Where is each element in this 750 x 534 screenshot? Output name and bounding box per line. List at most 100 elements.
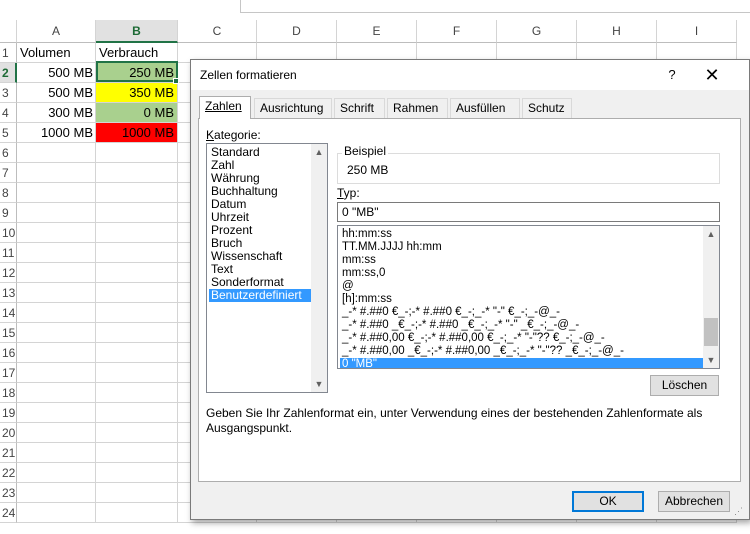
cell-a19[interactable] xyxy=(17,403,96,423)
tab-schutz[interactable]: Schutz xyxy=(522,98,572,118)
cell-a9[interactable] xyxy=(17,203,96,223)
scroll-down-icon[interactable]: ▼ xyxy=(703,352,719,368)
kategorie-item[interactable]: Benutzerdefiniert xyxy=(209,289,315,302)
cell-a12[interactable] xyxy=(17,263,96,283)
cell-a8[interactable] xyxy=(17,183,96,203)
cell-a1-volumen-header[interactable]: Volumen xyxy=(17,43,96,63)
row-header-19[interactable]: 19 xyxy=(0,403,17,423)
cell-b12[interactable] xyxy=(96,263,178,283)
cell-b15[interactable] xyxy=(96,323,178,343)
cell-b8[interactable] xyxy=(96,183,178,203)
cell-b13[interactable] xyxy=(96,283,178,303)
cell-b16[interactable] xyxy=(96,343,178,363)
cell-b24[interactable] xyxy=(96,503,178,523)
column-header-d[interactable]: D xyxy=(257,20,337,43)
close-icon[interactable]: ✕ xyxy=(699,64,725,86)
column-header-g[interactable]: G xyxy=(497,20,577,43)
fill-handle[interactable] xyxy=(173,78,179,84)
cell-a15[interactable] xyxy=(17,323,96,343)
cell-b14[interactable] xyxy=(96,303,178,323)
format-code-item[interactable]: TT.MM.JJJJ hh:mm xyxy=(340,241,704,254)
cell-volumen-value[interactable]: 500 MB xyxy=(17,63,96,83)
format-code-listbox[interactable]: hh:mm:ss TT.MM.JJJJ hh:mm mm:ss mm:ss,0 @ [h]… xyxy=(337,225,720,369)
cell-a20[interactable] xyxy=(17,423,96,443)
row-header-17[interactable]: 17 xyxy=(0,363,17,383)
cell-b19[interactable] xyxy=(96,403,178,423)
cell-a16[interactable] xyxy=(17,343,96,363)
format-code-item[interactable]: @ xyxy=(340,280,704,293)
ok-button[interactable]: OK xyxy=(572,491,644,512)
row-header-6[interactable]: 6 xyxy=(0,143,17,163)
scroll-up-icon[interactable]: ▲ xyxy=(311,144,327,160)
row-header-16[interactable]: 16 xyxy=(0,343,17,363)
tab-ausf-llen[interactable]: Ausfüllen xyxy=(450,98,520,118)
row-header-8[interactable]: 8 xyxy=(0,183,17,203)
row-header-14[interactable]: 14 xyxy=(0,303,17,323)
scrollbar-thumb[interactable] xyxy=(704,318,718,346)
cell-b6[interactable] xyxy=(96,143,178,163)
abbrechen-button[interactable]: Abbrechen xyxy=(658,491,730,512)
column-header-c[interactable]: C xyxy=(178,20,257,43)
row-header-24[interactable]: 24 xyxy=(0,503,17,523)
cell-a11[interactable] xyxy=(17,243,96,263)
tab-rahmen[interactable]: Rahmen xyxy=(387,98,448,118)
tab-ausrichtung[interactable]: Ausrichtung xyxy=(254,98,332,118)
row-header-9[interactable]: 9 xyxy=(0,203,17,223)
cell-a18[interactable] xyxy=(17,383,96,403)
cell-b22[interactable] xyxy=(96,463,178,483)
format-code-item[interactable]: 0 "MB" xyxy=(340,358,704,368)
format-code-item[interactable]: mm:ss,0 xyxy=(340,267,704,280)
row-header-4[interactable]: 4 xyxy=(0,103,17,123)
row-header-12[interactable]: 12 xyxy=(0,263,17,283)
cell-b18[interactable] xyxy=(96,383,178,403)
format-code-item[interactable]: _-* #.##0,00 _€_-;-* #.##0,00 _€_-;_-* "… xyxy=(340,345,704,358)
format-list-scrollbar[interactable]: ▲ ▼ xyxy=(703,226,719,368)
column-header-f[interactable]: F xyxy=(417,20,497,43)
row-header-11[interactable]: 11 xyxy=(0,243,17,263)
format-code-item[interactable]: _-* #.##0,00 €_-;-* #.##0,00 €_-;_-* "-"… xyxy=(340,332,704,345)
cell-volumen-value[interactable]: 1000 MB xyxy=(17,123,96,143)
cell-b7[interactable] xyxy=(96,163,178,183)
row-header-1[interactable]: 1 xyxy=(0,43,17,63)
row-header-10[interactable]: 10 xyxy=(0,223,17,243)
cell-a24[interactable] xyxy=(17,503,96,523)
format-code-item[interactable]: [h]:mm:ss xyxy=(340,293,704,306)
row-header-2[interactable]: 2 xyxy=(0,63,17,83)
row-header-23[interactable]: 23 xyxy=(0,483,17,503)
cell-a23[interactable] xyxy=(17,483,96,503)
cell-b20[interactable] xyxy=(96,423,178,443)
format-code-item[interactable]: mm:ss xyxy=(340,254,704,267)
scroll-up-icon[interactable]: ▲ xyxy=(703,226,719,242)
cell-b9[interactable] xyxy=(96,203,178,223)
cell-verbrauch-value[interactable]: 350 MB xyxy=(96,83,178,103)
cell-b17[interactable] xyxy=(96,363,178,383)
cell-a13[interactable] xyxy=(17,283,96,303)
select-all-corner[interactable] xyxy=(0,20,17,43)
cell-volumen-value[interactable]: 300 MB xyxy=(17,103,96,123)
cell-b23[interactable] xyxy=(96,483,178,503)
cell-verbrauch-value[interactable]: 0 MB xyxy=(96,103,178,123)
scroll-down-icon[interactable]: ▼ xyxy=(311,376,327,392)
cell-a7[interactable] xyxy=(17,163,96,183)
help-button[interactable]: ? xyxy=(661,64,683,86)
cell-b11[interactable] xyxy=(96,243,178,263)
format-code-item[interactable]: hh:mm:ss xyxy=(340,228,704,241)
column-header-h[interactable]: H xyxy=(577,20,657,43)
cell-a17[interactable] xyxy=(17,363,96,383)
row-header-22[interactable]: 22 xyxy=(0,463,17,483)
cell-b1-verbrauch-header[interactable]: Verbrauch xyxy=(96,43,178,63)
kategorie-scrollbar[interactable]: ▲ ▼ xyxy=(311,144,327,392)
cell-b10[interactable] xyxy=(96,223,178,243)
row-header-7[interactable]: 7 xyxy=(0,163,17,183)
cell-a10[interactable] xyxy=(17,223,96,243)
column-header-a[interactable]: A xyxy=(17,20,96,43)
tab-zahlen[interactable]: Zahlen xyxy=(199,96,251,119)
cell-a21[interactable] xyxy=(17,443,96,463)
format-code-item[interactable]: _-* #.##0 _€_-;-* #.##0 _€_-;_-* "-" _€_… xyxy=(340,319,704,332)
row-header-21[interactable]: 21 xyxy=(0,443,17,463)
cell-a6[interactable] xyxy=(17,143,96,163)
typ-input[interactable] xyxy=(337,202,720,222)
cell-b21[interactable] xyxy=(96,443,178,463)
column-header-e[interactable]: E xyxy=(337,20,417,43)
resize-gripper-icon[interactable]: ⋰ xyxy=(734,506,744,516)
